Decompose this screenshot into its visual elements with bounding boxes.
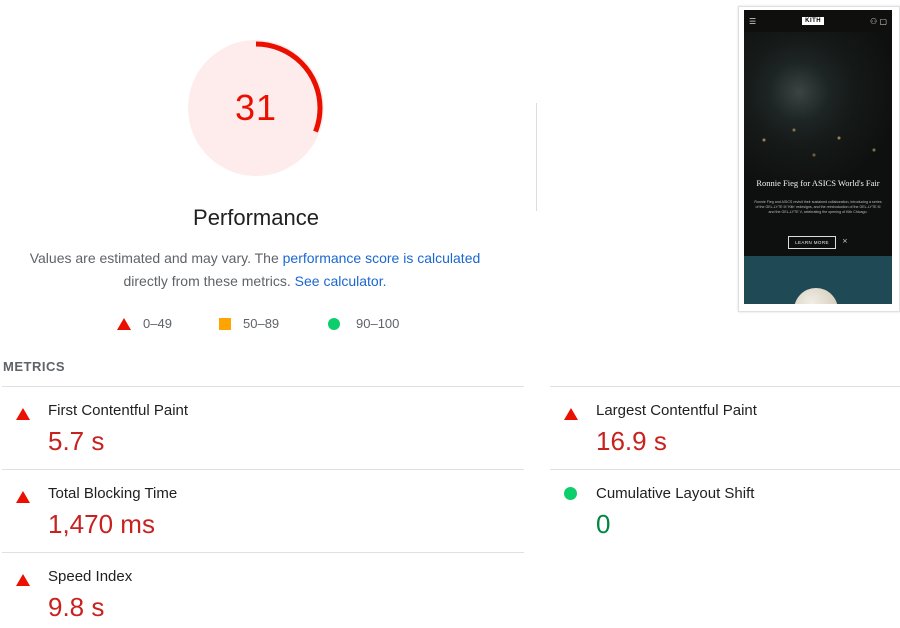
legend-range: 50–89	[243, 316, 280, 331]
circle-pass-icon	[328, 317, 340, 330]
divider	[550, 469, 900, 470]
description-text-1: Values are estimated and may vary. The	[29, 250, 279, 266]
performance-score-link[interactable]: performance score is calculated	[283, 250, 481, 266]
legend-item-fail: 0–49	[117, 316, 172, 331]
kith-logo: KITH	[802, 17, 825, 25]
circle-pass-icon	[564, 487, 577, 500]
metric-name: First Contentful Paint	[48, 402, 189, 419]
thumbnail-lights	[744, 110, 892, 170]
square-average-icon	[219, 317, 231, 330]
triangle-fail-icon	[16, 491, 30, 503]
metric-value: 16.9 s	[596, 426, 667, 456]
divider	[550, 386, 900, 387]
legend-range: 90–100	[356, 316, 400, 331]
divider	[2, 552, 524, 553]
metric-name: Largest Contentful Paint	[596, 402, 757, 419]
metric-value: 9.8 s	[48, 592, 105, 622]
performance-title: Performance	[193, 205, 319, 230]
thumbnail-body: Ronnie Fieg and ASICS revisit their sust…	[754, 200, 882, 214]
divider	[2, 469, 524, 470]
legend-item-pass: 90–100	[328, 316, 399, 331]
triangle-fail-icon	[16, 574, 30, 586]
thumbnail-learn-more-button: LEARN MORE	[788, 236, 836, 249]
triangle-fail-icon	[16, 408, 30, 420]
metric-value: 5.7 s	[48, 426, 105, 456]
divider	[2, 386, 524, 387]
description-text-2: directly from these metrics.	[123, 273, 291, 289]
metric-value: 0	[596, 509, 611, 539]
metric-name: Total Blocking Time	[48, 485, 178, 502]
mute-icon: ⨯	[842, 238, 848, 245]
account-cart-icons: ⚇ ▢	[870, 16, 887, 26]
thumbnail-headline: Ronnie Fieg for ASICS World's Fair	[756, 178, 880, 188]
metrics-header: METRICS	[3, 359, 65, 374]
metric-name: Cumulative Layout Shift	[596, 485, 755, 502]
thumbnail-header: ☰ KITH ⚇ ▢	[744, 10, 892, 32]
legend-item-average: 50–89	[219, 316, 279, 331]
hamburger-icon: ☰	[749, 16, 757, 26]
vertical-divider	[536, 103, 537, 211]
triangle-fail-icon	[117, 317, 131, 330]
metric-name: Speed Index	[48, 568, 133, 585]
see-calculator-link[interactable]: See calculator.	[295, 273, 387, 289]
score-description: Values are estimated and may vary. The p…	[20, 247, 490, 293]
performance-score: 31	[234, 87, 278, 128]
legend-range: 0–49	[143, 316, 172, 331]
triangle-fail-icon	[564, 408, 578, 420]
metric-value: 1,470 ms	[48, 509, 155, 539]
final-screenshot: ☰ KITH ⚇ ▢ Ronnie Fieg for ASICS World's…	[744, 10, 892, 304]
